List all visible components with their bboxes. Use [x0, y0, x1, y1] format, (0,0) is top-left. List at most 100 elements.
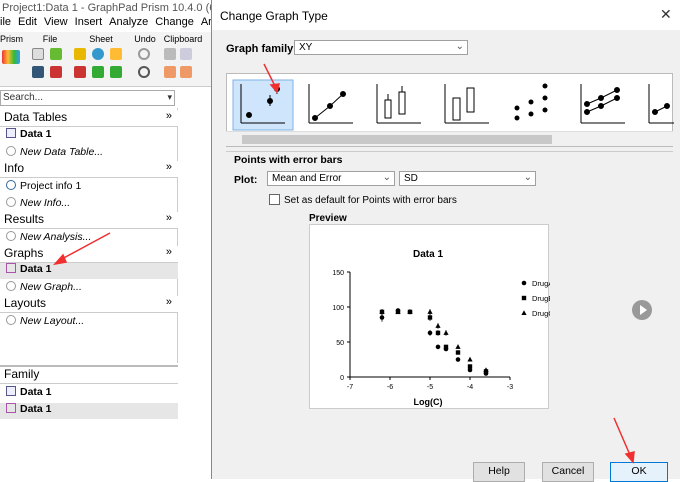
nav-item-new-graph[interactable]: New Graph... [0, 281, 178, 297]
close-icon[interactable]: ✕ [660, 6, 672, 23]
data-point [435, 323, 441, 328]
nav-item-label: New Analysis... [20, 231, 92, 243]
nav-item-new-info[interactable]: New Info... [0, 197, 178, 213]
nav-item-label: New Data Table... [20, 146, 104, 158]
data-point [435, 344, 441, 350]
help-button[interactable]: Help [473, 462, 525, 482]
ribbon-group-prism: Prism [0, 34, 23, 44]
add-icon [6, 231, 16, 241]
delete-sheet-icon[interactable] [74, 66, 86, 78]
new-file-icon[interactable] [32, 48, 44, 60]
nav-item-new-analysis[interactable]: New Analysis... [0, 231, 178, 247]
section-label: Graphs [4, 246, 44, 260]
family-item-graph[interactable]: Data 1 [0, 403, 178, 419]
prism-logo-icon[interactable] [2, 50, 20, 64]
menu-file[interactable]: ile [0, 16, 11, 28]
thumb-scatter-columns[interactable] [514, 83, 548, 121]
star-icon[interactable] [110, 48, 122, 60]
collapse-chevron-icon[interactable]: » [166, 246, 172, 258]
nav-item-data-1[interactable]: Data 1 [0, 128, 178, 144]
menu-edit[interactable]: Edit [18, 16, 37, 28]
dialog-title: Change Graph Type [220, 9, 328, 23]
ok-button[interactable]: OK [610, 462, 668, 482]
default-checkbox-label[interactable]: Set as default for Points with error bar… [284, 195, 457, 206]
analyze-icon[interactable] [92, 48, 104, 60]
section-info[interactable]: Info » [0, 161, 178, 178]
chevron-down-icon: ⌄ [382, 172, 391, 183]
search-input[interactable]: Search... ▾ [0, 90, 175, 106]
paste-special-icon[interactable] [180, 66, 192, 78]
paste-icon[interactable] [164, 66, 176, 78]
section-label: Family [4, 367, 40, 381]
nav-item-label: Data 1 [20, 263, 52, 275]
plot-select[interactable]: Mean and Error ⌄ [267, 171, 395, 186]
nav-item-graph-data-1[interactable]: Data 1 [0, 263, 178, 279]
navigator: Data Tables » Data 1 New Data Table... In… [0, 108, 178, 363]
family-item-label: Data 1 [20, 386, 52, 398]
legend-marker [521, 295, 527, 301]
app-title: Project1:Data 1 - GraphPad Prism 10.4.0 … [0, 0, 215, 16]
family-item-label: Data 1 [20, 403, 52, 415]
default-checkbox[interactable] [269, 194, 280, 205]
menu-analyze[interactable]: Analyze [109, 16, 148, 28]
add-icon [6, 197, 16, 207]
scrollbar-thumb[interactable] [242, 135, 552, 144]
data-point [455, 350, 461, 355]
y-tick-label: 0 [340, 375, 344, 382]
plot-value: Mean and Error [272, 173, 342, 184]
search-placeholder: Search... [3, 92, 44, 103]
nav-item-project-info[interactable]: Project info 1 [0, 180, 178, 196]
redo-icon[interactable] [138, 66, 150, 78]
section-layouts[interactable]: Layouts » [0, 296, 178, 313]
error-select[interactable]: SD ⌄ [399, 171, 536, 186]
delete-icon[interactable] [50, 66, 62, 78]
y-tick-label: 100 [332, 305, 344, 312]
add-icon [6, 146, 16, 156]
separator [226, 151, 673, 152]
open-file-icon[interactable] [50, 48, 62, 60]
new-sheet-icon[interactable] [110, 66, 122, 78]
copy-icon[interactable] [180, 48, 192, 60]
data-point [467, 364, 473, 369]
section-label: Layouts [4, 296, 47, 310]
nav-item-label: Project info 1 [20, 180, 82, 192]
save-icon[interactable] [32, 66, 44, 78]
collapse-chevron-icon[interactable]: » [166, 296, 172, 308]
collapse-chevron-icon[interactable]: » [166, 212, 172, 224]
thumb-box-plot[interactable] [376, 84, 421, 124]
thumb-multi-lines[interactable] [580, 84, 625, 124]
section-data-tables[interactable]: Data Tables » [0, 110, 178, 127]
legend-marker [521, 280, 527, 286]
edit-sheet-icon[interactable] [74, 48, 86, 60]
collapse-chevron-icon[interactable]: » [166, 110, 172, 122]
chevron-down-icon[interactable]: ▾ [167, 92, 172, 103]
family-item-data-table[interactable]: Data 1 [0, 386, 178, 402]
thumb-points-connected[interactable] [308, 84, 353, 124]
nav-item-new-data-table[interactable]: New Data Table... [0, 146, 178, 162]
collapse-chevron-icon[interactable]: » [166, 161, 172, 173]
cancel-button[interactable]: Cancel [542, 462, 594, 482]
change-graph-type-dialog: Change Graph Type ✕ Graph family: XY ⌄ Po… [211, 0, 680, 482]
cut-icon[interactable] [164, 48, 176, 60]
add-sheet-icon[interactable] [92, 66, 104, 78]
data-point [443, 330, 449, 335]
section-graphs[interactable]: Graphs » [0, 246, 178, 263]
ribbon-group-clipboard: Clipboard [163, 34, 203, 44]
undo-icon[interactable] [138, 48, 150, 60]
thumb-lines-partial[interactable] [648, 84, 674, 124]
section-results[interactable]: Results » [0, 212, 178, 229]
nav-item-label: New Graph... [20, 281, 82, 293]
x-tick-label: -3 [507, 384, 513, 391]
gallery-scrollbar[interactable] [226, 131, 673, 146]
play-icon[interactable] [632, 300, 652, 320]
nav-item-new-layout[interactable]: New Layout... [0, 315, 178, 331]
graph-family-select[interactable]: XY ⌄ [294, 40, 468, 55]
legend-label: DrugB_1 [532, 294, 550, 303]
graph-family-value: XY [299, 42, 313, 53]
menu-view[interactable]: View [44, 16, 68, 28]
menu-insert[interactable]: Insert [75, 16, 103, 28]
graph-icon [6, 263, 16, 273]
menu-change[interactable]: Change [155, 16, 194, 28]
thumb-floating-bars[interactable] [444, 84, 489, 124]
graph-icon [6, 403, 16, 413]
